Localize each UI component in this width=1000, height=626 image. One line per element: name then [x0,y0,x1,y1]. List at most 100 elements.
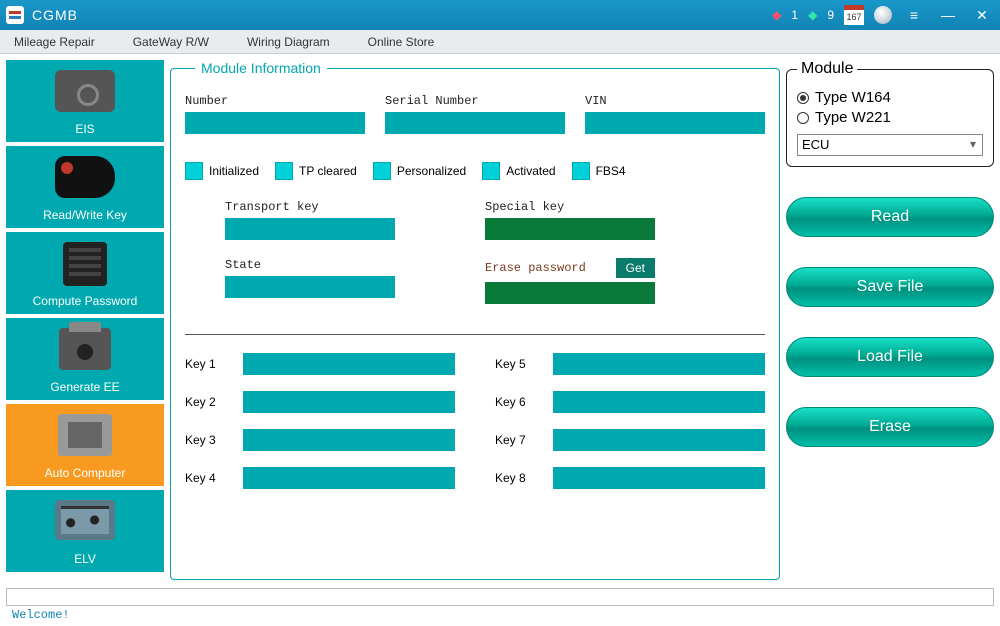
ecu-icon [58,414,112,456]
center-panel: Module Information Number Serial Number … [170,60,780,582]
sidebar-item-label: ELV [74,552,96,566]
fbs4-indicator [572,162,590,180]
tp-cleared-indicator [275,162,293,180]
radio-label: Type W164 [815,89,891,106]
key3-field[interactable] [243,429,455,451]
vin-label: VIN [585,94,765,108]
module-fieldset: Module Type W164 Type W221 ECU [786,60,994,167]
key-fob-icon [55,156,115,198]
button-label: Read [871,208,909,226]
separator [185,334,765,335]
app-title: CGMB [32,7,78,23]
sidebar: EIS Read/Write Key Compute Password Gene… [6,60,164,582]
key4-field[interactable] [243,467,455,489]
menu-icon[interactable]: ≡ [902,7,926,23]
state-label: State [225,258,465,272]
activated-indicator [482,162,500,180]
sidebar-item-read-write-key[interactable]: Read/Write Key [6,146,164,228]
orb-icon[interactable] [874,6,892,24]
main-area: EIS Read/Write Key Compute Password Gene… [0,54,1000,588]
sidebar-item-label: Auto Computer [45,466,126,480]
circuit-board-icon [55,500,115,540]
button-label: Load File [857,348,923,366]
minimize-button[interactable]: — [936,7,960,23]
key5-label: Key 5 [495,357,543,371]
key4-label: Key 4 [185,471,233,485]
sidebar-item-auto-computer[interactable]: Auto Computer [6,404,164,486]
special-key-label: Special key [485,200,725,214]
menu-gateway-rw[interactable]: GateWay R/W [133,35,209,49]
sidebar-item-label: EIS [75,122,94,136]
button-label: Save File [857,278,924,296]
menubar: Mileage Repair GateWay R/W Wiring Diagra… [0,30,1000,54]
fbs4-label: FBS4 [596,164,626,178]
initialized-indicator [185,162,203,180]
key7-field[interactable] [553,429,765,451]
number-label: Number [185,94,365,108]
menu-wiring-diagram[interactable]: Wiring Diagram [247,35,330,49]
menu-online-store[interactable]: Online Store [368,35,435,49]
transport-key-field[interactable] [225,218,395,240]
special-key-field[interactable] [485,218,655,240]
sidebar-item-generate-ee[interactable]: Generate EE [6,318,164,400]
key7-label: Key 7 [495,433,543,447]
gem-green-icon: ◆ [808,8,817,22]
button-label: Erase [869,418,911,436]
personalized-label: Personalized [397,164,466,178]
printer-icon [59,328,111,370]
serial-number-label: Serial Number [385,94,565,108]
tray: ◆ 1 ◆ 9 167 ≡ — ✕ [772,5,994,25]
welcome-text: Welcome! [6,606,994,624]
state-field[interactable] [225,276,395,298]
module-select[interactable]: ECU [797,134,983,156]
key8-field[interactable] [553,467,765,489]
initialized-label: Initialized [209,164,259,178]
safe-icon [55,70,115,112]
radio-type-w221[interactable]: Type W221 [797,109,983,126]
sidebar-item-label: Generate EE [50,380,119,394]
calculator-icon [63,242,107,286]
activated-label: Activated [506,164,555,178]
transport-key-label: Transport key [225,200,465,214]
key1-label: Key 1 [185,357,233,371]
gem-red-count: 1 [791,8,798,22]
load-file-button[interactable]: Load File [786,337,994,377]
close-button[interactable]: ✕ [970,7,994,24]
radio-icon [797,92,809,104]
number-field[interactable] [185,112,365,134]
key1-field[interactable] [243,353,455,375]
get-button[interactable]: Get [616,258,655,278]
key6-label: Key 6 [495,395,543,409]
module-information-fieldset: Module Information Number Serial Number … [170,60,780,580]
personalized-indicator [373,162,391,180]
tp-cleared-label: TP cleared [299,164,357,178]
sidebar-item-elv[interactable]: ELV [6,490,164,572]
key5-field[interactable] [553,353,765,375]
titlebar: CGMB ◆ 1 ◆ 9 167 ≡ — ✕ [0,0,1000,30]
select-value: ECU [802,137,829,152]
erase-button[interactable]: Erase [786,407,994,447]
radio-icon [797,112,809,124]
sidebar-item-compute-password[interactable]: Compute Password [6,232,164,314]
save-file-button[interactable]: Save File [786,267,994,307]
module-information-legend: Module Information [195,60,327,76]
sidebar-item-eis[interactable]: EIS [6,60,164,142]
serial-number-field[interactable] [385,112,565,134]
radio-label: Type W221 [815,109,891,126]
sidebar-item-label: Read/Write Key [43,208,127,222]
vin-field[interactable] [585,112,765,134]
key6-field[interactable] [553,391,765,413]
radio-type-w164[interactable]: Type W164 [797,89,983,106]
key2-label: Key 2 [185,395,233,409]
key2-field[interactable] [243,391,455,413]
calendar-icon[interactable]: 167 [844,5,864,25]
gem-green-count: 9 [827,8,834,22]
right-panel: Module Type W164 Type W221 ECU Read Save… [786,60,994,582]
menu-mileage-repair[interactable]: Mileage Repair [14,35,95,49]
erase-password-field[interactable] [485,282,655,304]
read-button[interactable]: Read [786,197,994,237]
app-logo-icon [6,6,24,24]
module-legend: Module [797,60,857,78]
sidebar-item-label: Compute Password [33,294,138,308]
status-area: Welcome! [0,588,1000,626]
